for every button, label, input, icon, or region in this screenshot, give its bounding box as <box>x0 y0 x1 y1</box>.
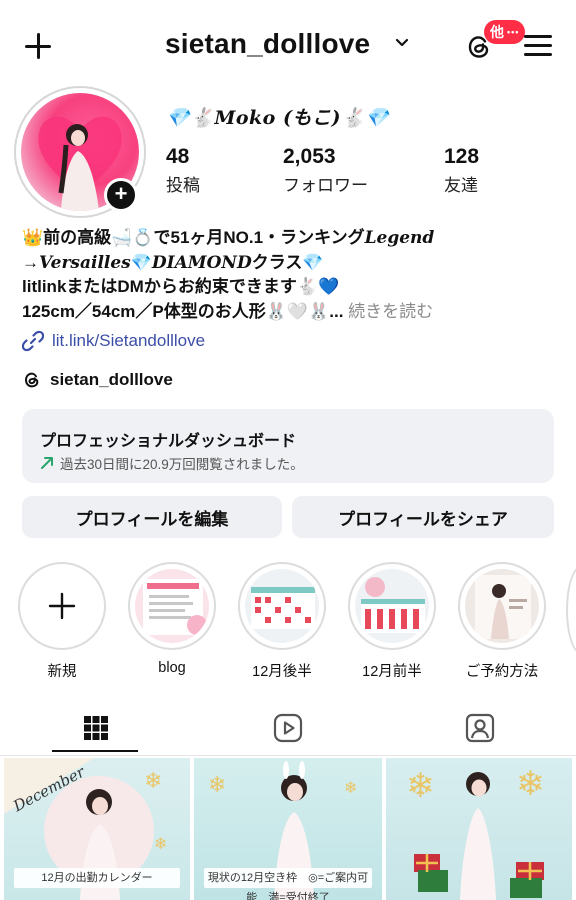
grid-icon <box>84 716 108 740</box>
threads-handle: sietan_dolllove <box>50 370 173 389</box>
snowflake-icon: ❄ <box>344 780 358 797</box>
post-tile[interactable]: December ❄ ❄ 12月の出勤カレンダー <box>4 758 190 900</box>
stat-friends-label: 友達 <box>444 176 478 195</box>
menu-icon[interactable] <box>524 35 552 57</box>
dashboard-subtitle-text: 過去30日間に20.9万回閲覧されました。 <box>60 457 304 472</box>
highlight-blog[interactable]: blog <box>128 562 216 676</box>
stat-posts[interactable]: 48 投稿 <box>166 145 200 196</box>
tab-reels[interactable] <box>192 700 384 756</box>
active-tab-indicator <box>52 750 138 752</box>
profile-screen: sietan_dolllove 他 ••• + 💎🐇𝑴𝒐𝒌𝒐 (もこ)🐇💎 48… <box>0 0 576 900</box>
tab-tagged[interactable] <box>384 700 576 756</box>
bio-line-2: →Versailles💎DIAMONDクラス💎 <box>22 251 562 276</box>
read-more-link[interactable]: 続きを読む <box>343 302 433 321</box>
snowflake-icon: ❄ <box>516 765 545 803</box>
stat-followers-value: 2,053 <box>283 145 336 168</box>
top-bar: sietan_dolllove 他 ••• <box>0 0 576 92</box>
notification-badge[interactable]: 他 ••• <box>484 20 526 44</box>
highlight-partial[interactable] <box>566 566 576 654</box>
tagged-icon <box>465 713 495 743</box>
new-highlight-ring <box>18 562 106 650</box>
highlight-label: 新規 <box>47 664 77 680</box>
tab-grid[interactable] <box>0 700 192 756</box>
bio-line-2-text: クラス💎 <box>251 252 324 272</box>
add-story-button[interactable]: + <box>104 178 138 212</box>
highlight-label: 12月後半 <box>252 664 312 680</box>
threads-small-icon <box>24 372 39 388</box>
post-tile[interactable]: ❄ ❄ <box>386 758 572 900</box>
bio-line-2-serif-a: Versailles <box>39 252 131 273</box>
bio-line-1-text: 👑前の高級🛁💍で51ヶ月NO.1・ランキング <box>22 228 365 247</box>
trend-arrow-icon <box>41 457 53 469</box>
highlight-label: 12月前半 <box>362 664 422 680</box>
professional-dashboard[interactable]: プロフェッショナルダッシュボード 過去30日間に20.9万回閲覧されました。 <box>22 409 554 483</box>
highlight-cover <box>465 569 539 643</box>
stat-posts-label: 投稿 <box>166 176 200 195</box>
share-profile-button[interactable]: プロフィールをシェア <box>292 496 554 538</box>
bio-line-1-serif: Legend <box>364 228 435 248</box>
dashboard-subtitle: 過去30日間に20.9万回閲覧されました。 <box>40 453 304 473</box>
highlight-label: ご予約方法 <box>465 664 539 680</box>
badge-dots: ••• <box>507 27 520 37</box>
bio-line-2-serif-b: DIAMOND <box>151 252 252 273</box>
snowflake-icon: ❄ <box>406 767 435 805</box>
dashboard-title: プロフェッショナルダッシュボード <box>40 433 297 450</box>
create-post-button[interactable] <box>22 30 54 62</box>
plus-icon <box>48 592 76 620</box>
bio-arrow: → <box>22 252 39 272</box>
highlight-reservation[interactable]: ご予約方法 <box>458 562 546 681</box>
stat-followers-label: フォロワー <box>283 176 368 195</box>
stat-posts-value: 48 <box>166 145 190 168</box>
highlight-dec-late[interactable]: 12月後半 <box>238 562 326 681</box>
link-icon <box>22 330 44 352</box>
highlight-cover <box>355 569 429 643</box>
reels-icon <box>273 713 303 743</box>
highlight-cover <box>245 569 319 643</box>
snowflake-icon: ❄ <box>154 836 168 853</box>
highlight-new[interactable]: 新規 <box>18 562 106 681</box>
chevron-down-icon[interactable] <box>395 36 409 50</box>
content-tabs <box>0 700 576 756</box>
snowflake-icon: ❄ <box>144 768 163 793</box>
post-caption: 現状の12月空き枠 ◎=ご案内可能 満=受付終了 <box>204 868 372 900</box>
highlight-dec-early[interactable]: 12月前半 <box>348 562 436 681</box>
snowflake-icon: ❄ <box>208 772 227 797</box>
bio-line-3: litlinkまたはDMからお約束できます🐇💙 <box>22 277 340 296</box>
username-title[interactable]: sietan_dolllove <box>165 28 370 60</box>
stat-followers[interactable]: 2,053 フォロワー <box>283 145 368 196</box>
bio-line-1: 👑前の高級🛁💍で51ヶ月NO.1・ランキングLegend <box>22 226 562 251</box>
bio-line-4-text: 125cm／54cm／P体型のお人形🐰🤍🐰... <box>22 301 344 321</box>
display-name: 💎🐇𝑴𝒐𝒌𝒐 (もこ)🐇💎 <box>166 107 390 129</box>
highlight-label: blog <box>158 660 186 676</box>
threads-profile-link[interactable]: sietan_dolllove <box>22 370 173 390</box>
stat-friends-value: 128 <box>444 145 480 168</box>
bio-line-4: 125cm／54cm／P体型のお人形🐰🤍🐰... 続きを読む <box>22 300 562 325</box>
highlight-cover <box>135 569 209 643</box>
stat-friends[interactable]: 128 友達 <box>444 145 479 196</box>
post-tile[interactable]: ❄ ❄ 現状の12月空き枠 ◎=ご案内可能 満=受付終了 <box>194 758 382 900</box>
badge-label: 他 <box>490 24 504 40</box>
profile-link[interactable]: lit.link/Sietandolllove <box>22 330 205 352</box>
bio-gem: 💎 <box>130 252 152 272</box>
bio: 👑前の高級🛁💍で51ヶ月NO.1・ランキングLegend →Versailles… <box>22 226 562 324</box>
post-caption: 12月の出勤カレンダー <box>14 868 180 888</box>
profile-link-text[interactable]: lit.link/Sietandolllove <box>52 331 205 351</box>
edit-profile-button[interactable]: プロフィールを編集 <box>22 496 282 538</box>
